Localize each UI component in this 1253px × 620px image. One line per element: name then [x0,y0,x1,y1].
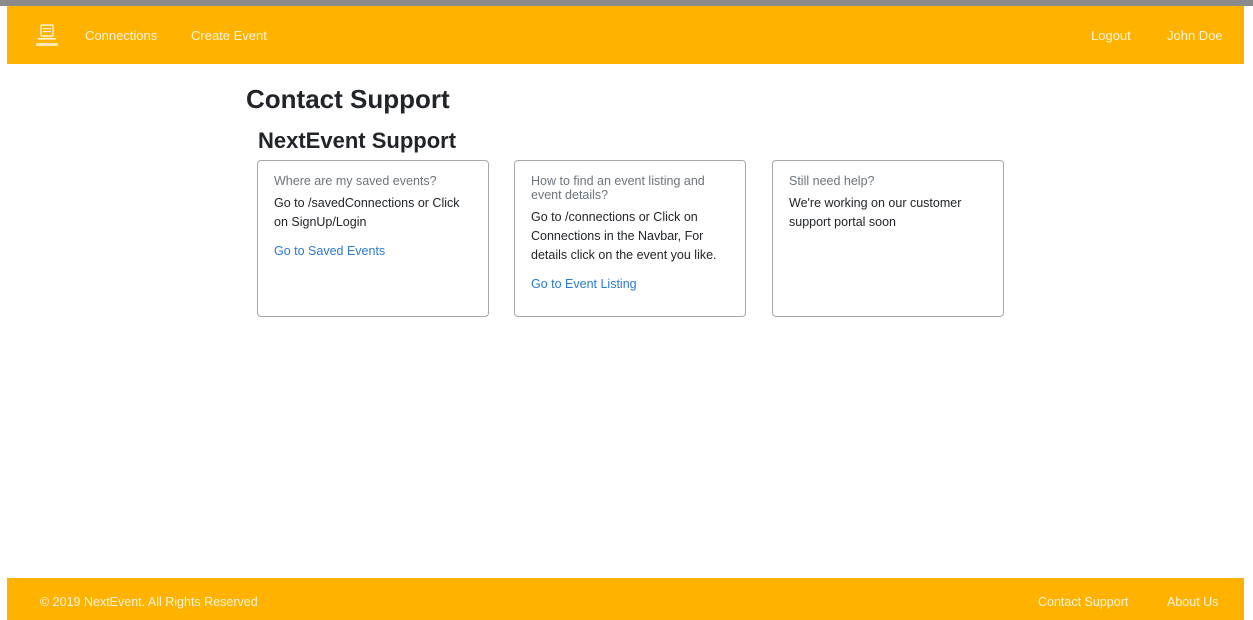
copyright-text: © 2019 NextEvent. All Rights Reserved [40,595,258,609]
card-title: How to find an event listing and event d… [531,174,705,202]
logout-link[interactable]: Logout [1091,28,1131,43]
card-text: Go to /savedConnections or Click on Sign… [274,196,460,229]
navbar: Connections Create Event Logout John Doe [7,6,1244,64]
page-title: Contact Support [246,84,450,114]
support-card-need-help: Still need help? We're working on our cu… [772,160,1004,317]
nav-link-create-event[interactable]: Create Event [191,28,267,43]
support-card-event-listing: How to find an event listing and event d… [514,160,746,317]
user-name-link[interactable]: John Doe [1167,28,1223,43]
go-to-event-listing-link[interactable]: Go to Event Listing [531,277,637,291]
footer-link-contact-support[interactable]: Contact Support [1038,595,1128,609]
go-to-saved-events-link[interactable]: Go to Saved Events [274,244,385,258]
nextevent-logo-icon[interactable] [34,22,60,50]
footer-link-about-us[interactable]: About Us [1167,595,1218,609]
support-card-saved-events: Where are my saved events? Go to /savedC… [257,160,489,317]
card-text: We're working on our customer support po… [789,196,962,229]
nav-link-connections[interactable]: Connections [85,28,157,43]
section-title: NextEvent Support [258,128,457,153]
card-title: Where are my saved events? [274,174,437,188]
card-text: Go to /connections or Click on Connectio… [531,210,717,262]
footer: © 2019 NextEvent. All Rights Reserved Co… [7,578,1244,620]
card-title: Still need help? [789,174,875,188]
